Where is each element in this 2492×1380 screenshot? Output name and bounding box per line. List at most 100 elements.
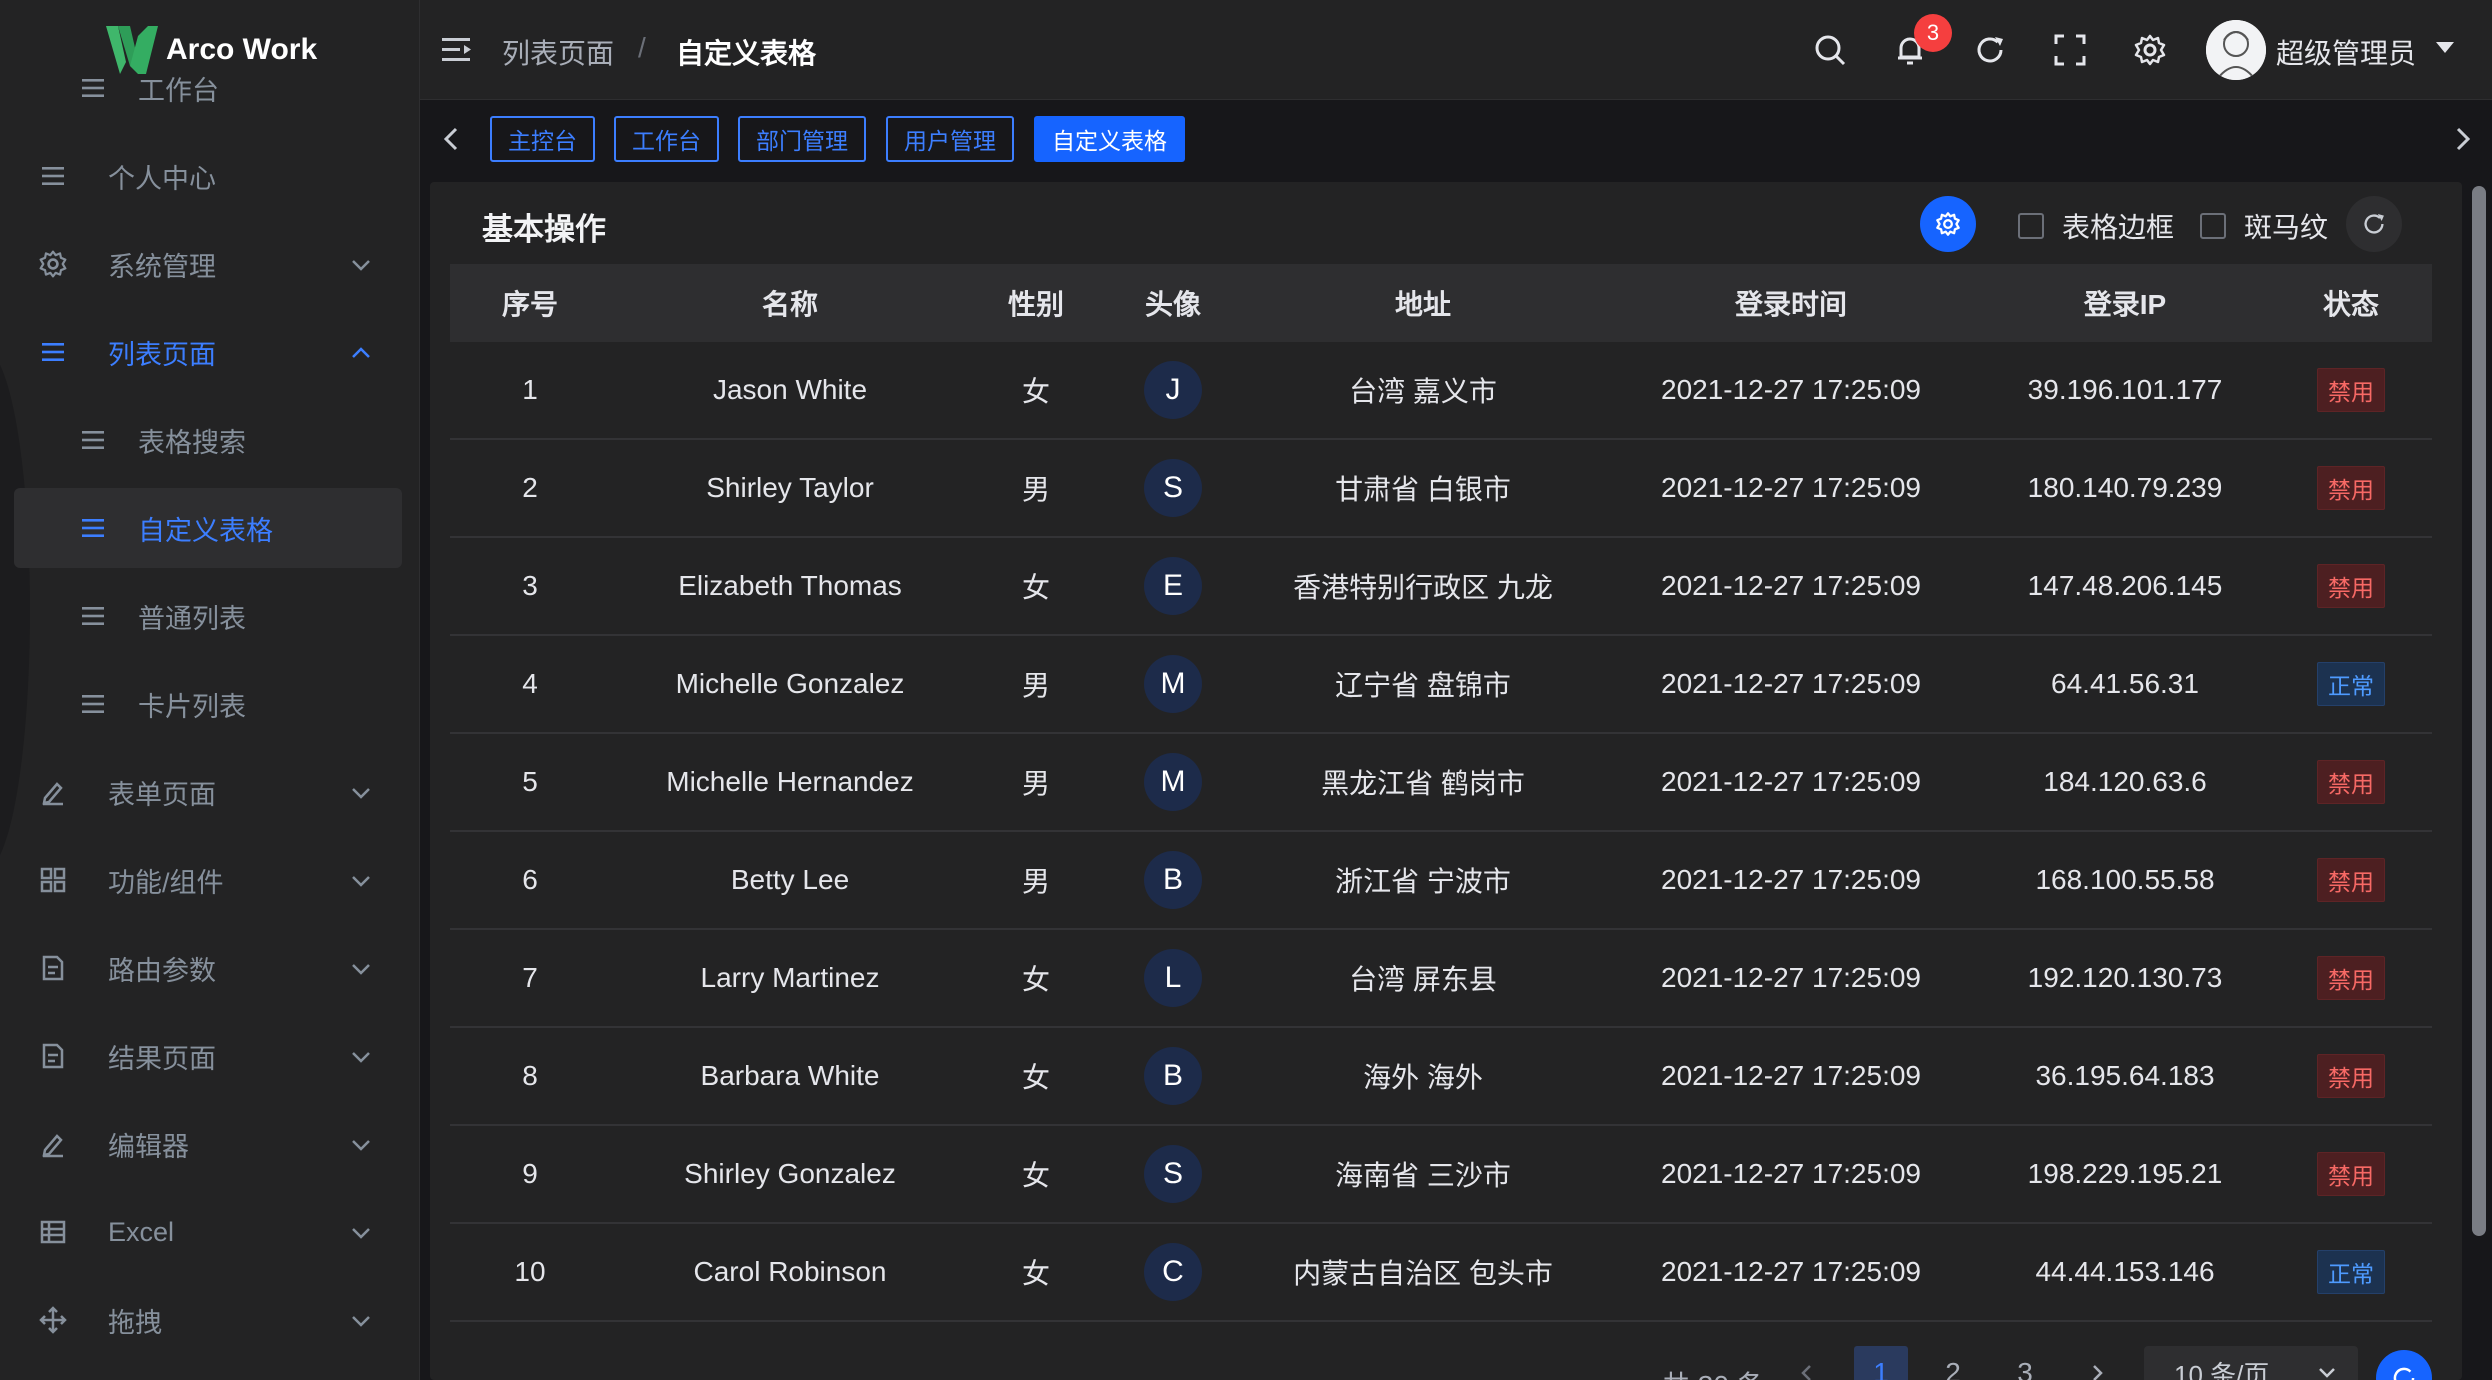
tabs-scroll-right-icon[interactable] — [2450, 126, 2474, 152]
cell-address: 台湾 屏东县 — [1349, 964, 1497, 995]
cell-login-ip: 44.44.153.146 — [2035, 1256, 2215, 1287]
table-row[interactable]: 6 Betty Lee 男 B 浙江省 宁波市 2021-12-27 17:25:09 16… — [450, 832, 2432, 930]
status-badge: 禁用 — [2317, 760, 2385, 804]
table-refresh-button[interactable] — [2346, 196, 2402, 252]
pagination-page-3[interactable]: 3 — [1998, 1346, 2052, 1380]
sidebar-item[interactable]: 结果页面 — [0, 1012, 419, 1100]
user-name[interactable]: 超级管理员 — [2276, 32, 2416, 72]
cell-avatar: S — [1102, 440, 1244, 536]
col-header-avatar[interactable]: 头像 — [1102, 264, 1244, 342]
table-row[interactable]: 2 Shirley Taylor 男 S 甘肃省 白银市 2021-12-27 17:25… — [450, 440, 2432, 538]
pagination-page-1[interactable]: 1 — [1854, 1346, 1908, 1380]
cell-index: 5 — [522, 766, 538, 797]
tab-workbench[interactable]: 工作台 — [614, 116, 719, 162]
cell-name: Michelle Gonzalez — [675, 668, 905, 699]
sidebar-item[interactable]: Excel — [0, 1188, 419, 1276]
breadcrumb-item[interactable]: 列表页面 — [502, 32, 614, 72]
sidebar-item[interactable]: 卡片列表 — [0, 660, 419, 748]
sidebar-item[interactable]: 系统管理 — [0, 220, 419, 308]
refresh-icon[interactable] — [1970, 30, 2010, 70]
table-row[interactable]: 8 Barbara White 女 B 海外 海外 2021-12-27 17:25:09… — [450, 1028, 2432, 1126]
cell-status: 禁用 — [2270, 734, 2432, 830]
tab-department[interactable]: 部门管理 — [738, 116, 866, 162]
sidebar-item-label: 表单页面 — [108, 779, 216, 810]
breadcrumb-separator: / — [638, 32, 646, 63]
settings-gear-icon[interactable] — [2130, 30, 2170, 70]
cell-login-ip: 180.140.79.239 — [2027, 472, 2223, 503]
page-size-select[interactable]: 10 条/页 — [2144, 1346, 2358, 1380]
search-icon[interactable] — [1810, 30, 1850, 70]
table-border-checkbox[interactable]: 表格边框 — [2018, 206, 2174, 246]
table-row[interactable]: 10 Carol Robinson 女 C 内蒙古自治区 包头市 2021-12-27 1… — [450, 1224, 2432, 1322]
sidebar-item[interactable]: 个人中心 — [0, 132, 419, 220]
pagination-next-icon[interactable] — [2070, 1346, 2124, 1380]
pagination-page-2[interactable]: 2 — [1926, 1346, 1980, 1380]
sidebar-item-label: 编辑器 — [108, 1131, 189, 1162]
checkbox-box[interactable] — [2018, 213, 2044, 239]
table-row[interactable]: 3 Elizabeth Thomas 女 E 香港特别行政区 九龙 2021-12-27 … — [450, 538, 2432, 636]
table-row[interactable]: 9 Shirley Gonzalez 女 S 海南省 三沙市 2021-12-27 17:… — [450, 1126, 2432, 1224]
sidebar-item[interactable]: 工作台 — [0, 44, 419, 132]
tab-dashboard[interactable]: 主控台 — [490, 116, 595, 162]
user-avatar-initial: S — [1144, 459, 1202, 517]
cell-avatar: C — [1102, 1224, 1244, 1320]
col-header-login-time[interactable]: 登录时间 — [1602, 264, 1980, 342]
sidebar-item[interactable]: 列表页面 — [0, 308, 419, 396]
cell-status: 禁用 — [2270, 440, 2432, 536]
sidebar-item-label: 系统管理 — [108, 251, 216, 282]
cell-address: 甘肃省 白银市 — [1335, 474, 1511, 505]
cell-address: 辽宁省 盘锦市 — [1335, 670, 1511, 701]
table-row[interactable]: 4 Michelle Gonzalez 男 M 辽宁省 盘锦市 2021-12-27 17… — [450, 636, 2432, 734]
sidebar-item[interactable]: 表单页面 — [0, 748, 419, 836]
table-icon — [36, 1215, 70, 1249]
checkbox-box[interactable] — [2200, 213, 2226, 239]
sidebar-item[interactable]: 表格搜索 — [0, 396, 419, 484]
zebra-stripe-label: 斑马纹 — [2244, 212, 2329, 243]
col-header-status[interactable]: 状态 — [2270, 264, 2432, 342]
table-header: 序号 名称 性别 头像 地址 登录时间 登录IP 状态 — [450, 264, 2432, 342]
fullscreen-icon[interactable] — [2050, 30, 2090, 70]
cell-name: Michelle Hernandez — [666, 766, 914, 797]
page-size-value: 10 条/页 — [2174, 1359, 2270, 1380]
user-avatar-initial: C — [1144, 1243, 1202, 1301]
tab-users[interactable]: 用户管理 — [886, 116, 1014, 162]
menu-fold-icon[interactable] — [442, 36, 472, 64]
sidebar-item[interactable]: 拖拽 — [0, 1276, 419, 1364]
page-scrollbar[interactable] — [2472, 186, 2486, 1236]
table-row[interactable]: 5 Michelle Hernandez 男 M 黑龙江省 鹤岗市 2021-12-27 … — [450, 734, 2432, 832]
edit-icon — [36, 1127, 70, 1161]
sidebar-item[interactable]: 功能/组件 — [0, 836, 419, 924]
cell-name: Larry Martinez — [700, 962, 880, 993]
table-row[interactable]: 7 Larry Martinez 女 L 台湾 屏东县 2021-12-27 17:25:… — [450, 930, 2432, 1028]
cell-avatar: E — [1102, 538, 1244, 634]
cell-gender: 女 — [1021, 572, 1050, 603]
sidebar-item[interactable]: 自定义表格 — [0, 484, 419, 572]
user-avatar[interactable] — [2206, 20, 2266, 80]
tab-custom-table[interactable]: 自定义表格 — [1034, 116, 1185, 162]
col-header-index[interactable]: 序号 — [450, 264, 610, 342]
cell-status: 禁用 — [2270, 538, 2432, 634]
pagination-prev-icon[interactable] — [1780, 1346, 1834, 1380]
table-row[interactable]: 1 Jason White 女 J 台湾 嘉义市 2021-12-27 17:25:09 3… — [450, 342, 2432, 440]
col-header-login-ip[interactable]: 登录IP — [1980, 264, 2270, 342]
cell-avatar: M — [1102, 734, 1244, 830]
zebra-stripe-checkbox[interactable]: 斑马纹 — [2200, 206, 2328, 246]
list-icon — [36, 335, 70, 369]
cell-login-ip: 168.100.55.58 — [2035, 864, 2215, 895]
file-icon — [36, 951, 70, 985]
col-header-name[interactable]: 名称 — [610, 264, 970, 342]
back-to-top-button[interactable] — [2376, 1350, 2432, 1380]
cell-avatar: B — [1102, 1028, 1244, 1124]
breadcrumb-current: 自定义表格 — [676, 38, 817, 69]
status-badge: 正常 — [2317, 1250, 2385, 1294]
col-header-gender[interactable]: 性别 — [970, 264, 1102, 342]
chevron-down-icon — [350, 252, 372, 274]
sidebar-item[interactable]: 路由参数 — [0, 924, 419, 1012]
col-header-address[interactable]: 地址 — [1244, 264, 1602, 342]
sidebar-item[interactable]: 普通列表 — [0, 572, 419, 660]
cell-gender: 男 — [1021, 768, 1050, 799]
tabs-scroll-left-icon[interactable] — [440, 126, 464, 152]
column-settings-button[interactable] — [1920, 196, 1976, 252]
caret-down-icon[interactable] — [2436, 42, 2454, 53]
sidebar-item[interactable]: 编辑器 — [0, 1100, 419, 1188]
